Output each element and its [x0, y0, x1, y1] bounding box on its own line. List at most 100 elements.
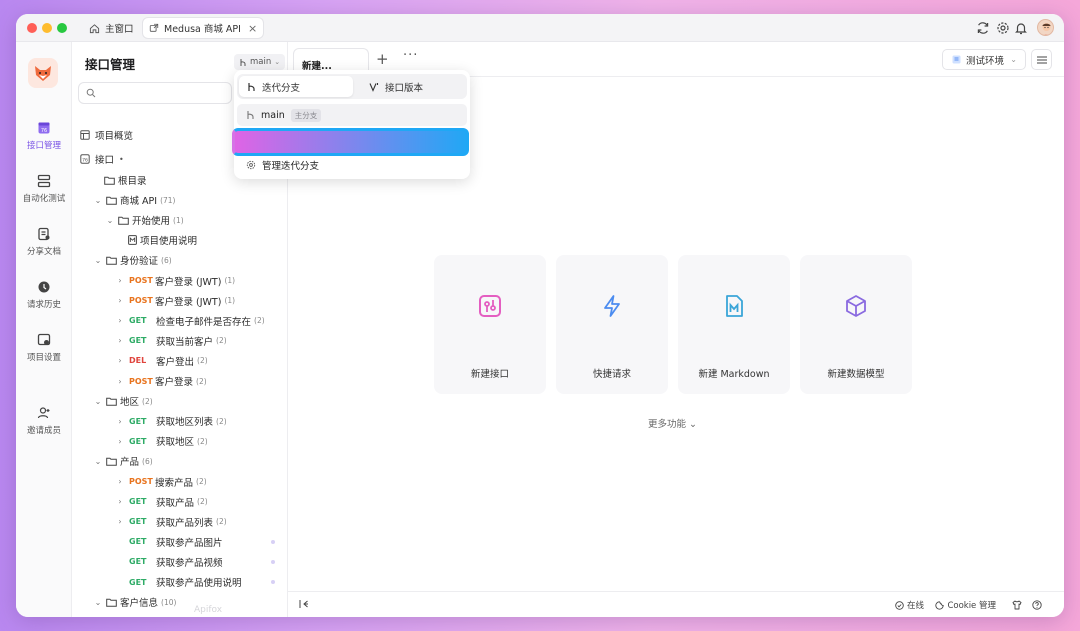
chevron-right-icon[interactable]: › — [115, 517, 125, 526]
tree-api-item[interactable]: › GET 获取地区 (2) — [72, 431, 287, 451]
chevron-right-icon[interactable]: › — [115, 437, 125, 446]
shirt-icon[interactable] — [1012, 600, 1022, 610]
chevron-down-icon[interactable]: ⌄ — [93, 196, 103, 205]
http-method-badge: POST — [129, 477, 153, 486]
close-tab-icon[interactable]: × — [248, 22, 257, 35]
tab-iteration-branch[interactable]: 迭代分支 — [239, 76, 353, 97]
collapse-sidebar-icon[interactable] — [299, 599, 309, 609]
online-status[interactable]: 在线 — [895, 599, 924, 611]
app-window: 主窗口 Medusa 商城 API × 76 接口管理 自动化测试 分享文档 请… — [16, 14, 1064, 617]
tree-folder[interactable]: ⌄ 地区 (2) — [72, 391, 287, 411]
chevron-right-icon[interactable]: › — [115, 417, 125, 426]
manage-iteration-branch-button[interactable]: 管理迭代分支 — [237, 154, 467, 176]
tree-api-item[interactable]: GET 获取参产品图片 — [72, 532, 287, 552]
branch-switcher-button[interactable]: main ⌄ — [234, 54, 286, 70]
tree-api-item[interactable]: › GET 检查电子邮件是否存在 (2) — [72, 311, 287, 331]
tree-api-item[interactable]: › GET 获取产品列表 (2) — [72, 512, 287, 532]
rail-item-label: 自动化测试 — [22, 194, 66, 204]
tree-api-item[interactable]: › POST 客户登录 (2) — [72, 371, 287, 391]
cookie-manager-button[interactable]: Cookie 管理 — [935, 599, 996, 611]
search-input[interactable] — [101, 84, 221, 102]
tree-folder[interactable]: ⌄ 产品 (6) — [72, 451, 287, 471]
chevron-right-icon[interactable]: › — [115, 336, 125, 345]
rail-item-project-settings[interactable]: 项目设置 — [16, 333, 72, 363]
http-method-badge: GET — [129, 436, 147, 446]
external-link-icon — [149, 23, 159, 32]
tree-api-item[interactable]: › GET 获取当前客户 (2) — [72, 331, 287, 351]
tree-api-item[interactable]: GET 获取参产品使用说明 — [72, 572, 287, 592]
refresh-icon[interactable] — [976, 21, 990, 35]
tree-folder[interactable]: ⌄ 开始使用 (1) — [72, 210, 287, 230]
tree-folder[interactable]: ⌄ 身份验证 (6) — [72, 250, 287, 270]
tree-api-item[interactable]: › GET 获取产品 (2) — [72, 492, 287, 512]
card-new-data-model[interactable]: 新建数据模型 — [800, 255, 912, 394]
chevron-down-icon[interactable]: ⌄ — [105, 216, 115, 225]
window-tab-project[interactable]: Medusa 商城 API × — [143, 18, 264, 38]
chevron-right-icon[interactable]: › — [115, 276, 125, 285]
branch-option-main[interactable]: main 主分支 — [237, 104, 467, 126]
help-icon[interactable] — [1032, 600, 1042, 610]
chevron-right-icon[interactable]: › — [115, 497, 125, 506]
chevron-down-icon[interactable]: ⌄ — [93, 397, 103, 406]
chevron-down-icon[interactable]: ⌄ — [93, 598, 103, 607]
close-window-button[interactable] — [27, 23, 37, 33]
rail-item-label: 邀请成员 — [26, 426, 61, 436]
window-tab-home[interactable]: 主窗口 — [83, 18, 140, 38]
sidebar-search[interactable] — [78, 82, 232, 104]
tree-api-item[interactable]: › DEL 客户登出 (2) — [72, 351, 287, 371]
interfaces-label: 接口 — [95, 155, 115, 166]
rail-item-invite-members[interactable]: 邀请成员 — [16, 406, 72, 436]
rail-item-automation-test[interactable]: 自动化测试 — [16, 174, 72, 204]
http-method-badge: GET — [129, 336, 147, 346]
environment-select[interactable]: 测试环境 ⌄ — [942, 49, 1026, 70]
create-iteration-branch-label: 创建迭代分支 — [262, 139, 320, 150]
add-tab-button[interactable]: + — [376, 50, 389, 68]
left-rail: 76 接口管理 自动化测试 分享文档 请求历史 项目设置 邀请成员 — [16, 42, 72, 617]
window-tab-project-label: Medusa 商城 API — [164, 24, 241, 35]
settings-gear-icon[interactable] — [996, 21, 1010, 35]
tree-api-item[interactable]: › POST 客户登录 (JWT) (1) — [72, 271, 287, 291]
tree-item-count: (2) — [197, 497, 208, 507]
chevron-down-icon[interactable]: ⌄ — [93, 457, 103, 466]
branch-option-main-label: main — [261, 109, 285, 121]
more-tabs-button[interactable]: ··· — [403, 48, 418, 63]
tree-api-item[interactable]: › POST 客户登录 (JWT) (1) — [72, 291, 287, 311]
more-features-link[interactable]: 更多功能 ⌄ — [648, 416, 697, 430]
tree-api-item[interactable]: › GET 获取地区列表 (2) — [72, 411, 287, 431]
tree-item-count: (2) — [196, 376, 207, 386]
tab-api-version[interactable]: 接口版本 — [361, 76, 423, 97]
tree-api-item[interactable]: ›POST请求密码重置(2) — [72, 612, 287, 617]
status-bar: 在线 Cookie 管理 — [288, 591, 1064, 617]
card-quick-request[interactable]: 快捷请求 — [556, 255, 668, 394]
tree-item-count: (71) — [160, 195, 176, 205]
tree-doc[interactable]: 项目使用说明 — [72, 230, 287, 250]
tree-api-item[interactable]: › POST 搜索产品 (2) — [72, 472, 287, 492]
chevron-down-icon[interactable]: ⌄ — [93, 256, 103, 265]
chevron-right-icon[interactable]: › — [115, 477, 125, 486]
tree-item-label: 搜索产品 — [155, 477, 194, 489]
rail-item-api-management[interactable]: 76 接口管理 — [16, 121, 72, 151]
tab-api-version-label: 接口版本 — [385, 82, 424, 94]
branch-icon — [247, 111, 254, 119]
maximize-window-button[interactable] — [57, 23, 67, 33]
window-tab-home-label: 主窗口 — [105, 24, 134, 35]
tree-folder[interactable]: ⌄ 客户信息 (10) — [72, 592, 287, 612]
chevron-right-icon[interactable]: › — [115, 377, 125, 386]
card-new-markdown[interactable]: 新建 Markdown — [678, 255, 790, 394]
chevron-right-icon[interactable]: › — [115, 296, 125, 305]
folder-icon — [106, 196, 117, 205]
hamburger-menu-button[interactable] — [1031, 49, 1052, 70]
card-new-api[interactable]: 新建接口 — [434, 255, 546, 394]
lightning-icon — [604, 295, 620, 317]
rail-item-request-history[interactable]: 请求历史 — [16, 280, 72, 310]
tree-api-item[interactable]: GET 获取参产品视频 — [72, 552, 287, 572]
unsaved-dot — [271, 539, 275, 544]
minimize-window-button[interactable] — [42, 23, 52, 33]
tree-folder[interactable]: ⌄ 商城 API (71) — [72, 190, 287, 210]
chevron-right-icon[interactable]: › — [115, 356, 125, 365]
user-avatar[interactable] — [1037, 19, 1054, 36]
rail-item-share-docs[interactable]: 分享文档 — [16, 227, 72, 257]
create-iteration-branch-button[interactable]: + 创建迭代分支 — [237, 132, 467, 154]
chevron-right-icon[interactable]: › — [115, 316, 125, 325]
bell-icon[interactable] — [1014, 21, 1028, 35]
